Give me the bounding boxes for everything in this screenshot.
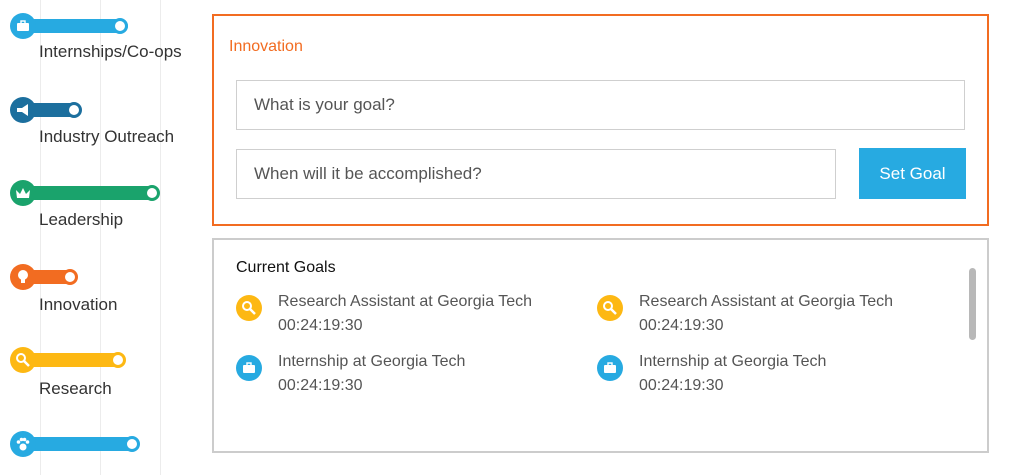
grid-line	[160, 0, 161, 475]
magnifier-icon	[597, 295, 623, 321]
crown-icon	[10, 180, 36, 206]
megaphone-icon	[10, 97, 36, 123]
date-input[interactable]	[236, 149, 836, 199]
progress-knob[interactable]	[62, 269, 78, 285]
sidebar-item-label: Innovation	[39, 295, 118, 314]
goal-item-time: 00:24:19:30	[278, 317, 363, 334]
paw-icon	[10, 431, 36, 457]
goal-item-title: Internship at Georgia Tech	[278, 353, 466, 370]
progress-knob[interactable]	[124, 436, 140, 452]
magnifier-icon	[10, 347, 36, 373]
goal-form-panel: Innovation Set Goal	[212, 14, 989, 226]
set-goal-button[interactable]: Set Goal	[859, 148, 966, 199]
goal-item-title: Research Assistant at Georgia Tech	[639, 293, 894, 310]
goal-item-time: 00:24:19:30	[278, 377, 363, 394]
goal-item-title: Research Assistant at Georgia Tech	[278, 293, 533, 310]
sidebar-item-label: Industry Outreach	[39, 127, 175, 146]
sidebar-item-label: Research	[39, 379, 112, 398]
sidebar-item-label: Leadership	[39, 210, 124, 229]
grid-line	[100, 0, 101, 475]
sidebar-item-label: Internships/Co-ops	[39, 42, 182, 61]
lightbulb-icon	[10, 264, 36, 290]
progress-knob[interactable]	[66, 102, 82, 118]
progress-knob[interactable]	[110, 352, 126, 368]
briefcase-icon	[10, 13, 36, 39]
progress-knob[interactable]	[144, 185, 160, 201]
briefcase-icon	[236, 355, 262, 381]
current-goals-title: Current Goals	[236, 259, 336, 276]
magnifier-icon	[236, 295, 262, 321]
grid-line	[40, 0, 41, 475]
goal-item-title: Internship at Georgia Tech	[639, 353, 827, 370]
goal-input[interactable]	[236, 80, 965, 130]
goal-item-time: 00:24:19:30	[639, 317, 724, 334]
current-goals-panel: Current Goals Research Assistant at Geor…	[212, 238, 989, 453]
briefcase-icon	[597, 355, 623, 381]
goal-item-time: 00:24:19:30	[639, 377, 724, 394]
progress-knob[interactable]	[112, 18, 128, 34]
scrollbar[interactable]	[969, 268, 976, 340]
goal-form-title: Innovation	[229, 38, 303, 55]
